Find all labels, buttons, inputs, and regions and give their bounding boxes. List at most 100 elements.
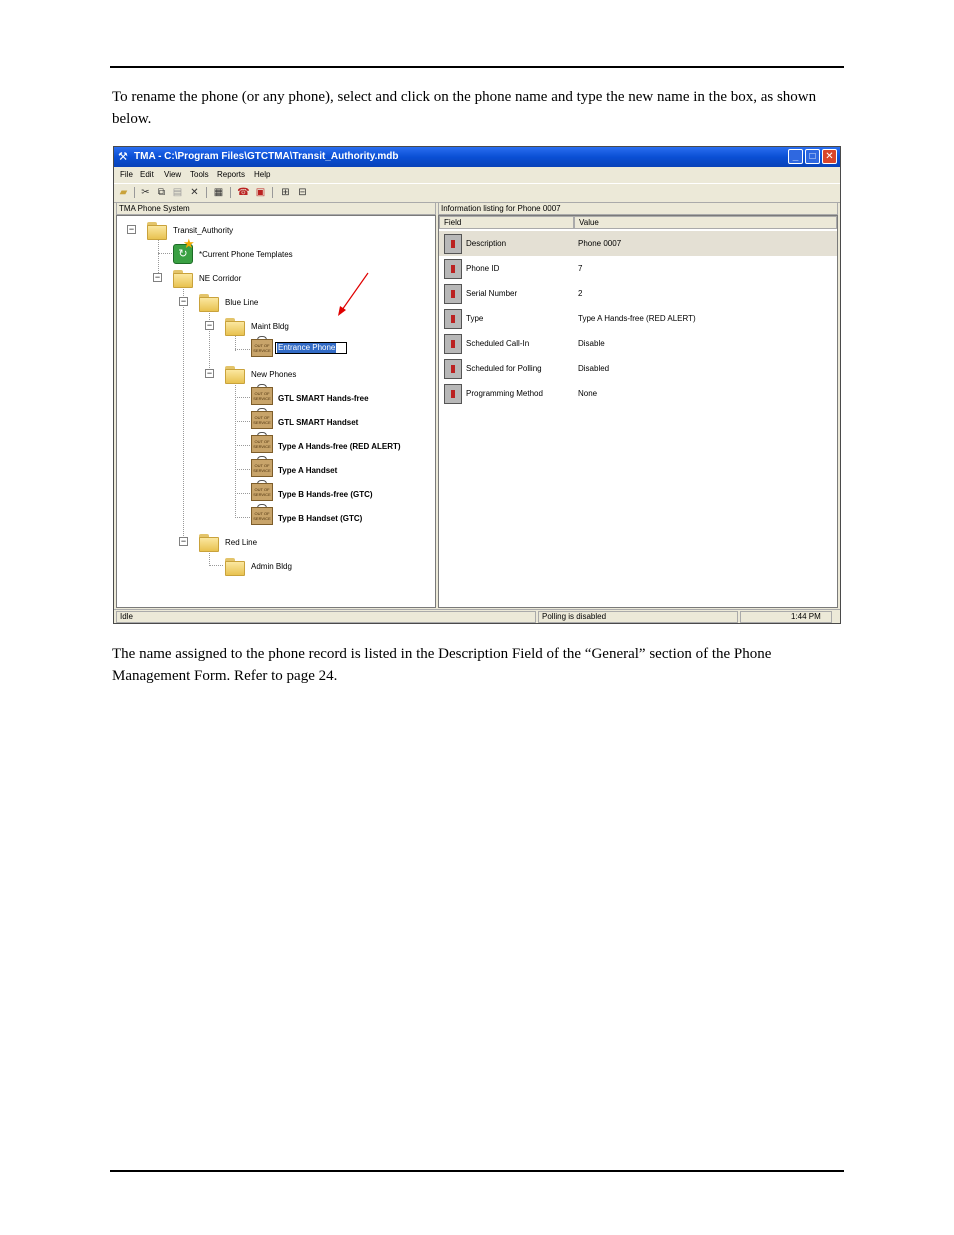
tree-item-phone[interactable]: Type A Hands-free (RED ALERT) <box>278 442 401 451</box>
out-of-service-icon: OUT OF SERVICE <box>251 411 273 429</box>
minimize-button[interactable]: _ <box>788 149 803 164</box>
paste-icon[interactable]: ▤ <box>171 186 184 199</box>
tree-item-maint-bldg[interactable]: Maint Bldg <box>251 322 289 331</box>
row-value: None <box>578 389 598 398</box>
row-field: Serial Number <box>466 289 518 298</box>
out-of-service-icon: OUT OF SERVICE <box>251 507 273 525</box>
out-of-service-icon: OUT OF SERVICE <box>251 387 273 405</box>
out-of-service-icon: OUT OF SERVICE <box>251 339 273 357</box>
folder-icon <box>199 532 221 552</box>
copy-icon[interactable]: ⧉ <box>155 186 168 199</box>
collapse-toggle[interactable]: − <box>205 369 214 378</box>
tree-item-ne-corridor[interactable]: NE Corridor <box>199 274 241 283</box>
bottom-rule <box>110 1170 844 1172</box>
column-header-value[interactable]: Value <box>574 216 837 229</box>
rename-input-text: Entrance Phone <box>277 343 337 353</box>
menu-tools[interactable]: Tools <box>190 170 209 179</box>
delete-icon[interactable]: ✕ <box>188 186 201 199</box>
folder-icon <box>225 364 247 384</box>
collapse-toggle[interactable]: − <box>205 321 214 330</box>
list-row[interactable]: Phone ID 7 <box>439 256 837 281</box>
outro-paragraph: The name assigned to the phone record is… <box>112 646 772 684</box>
maximize-button[interactable]: □ <box>805 149 820 164</box>
list-row[interactable]: Programming Method None <box>439 381 837 406</box>
row-field: Scheduled Call-In <box>466 339 530 348</box>
row-value: 7 <box>578 264 583 273</box>
tree-pane[interactable]: − Transit_Authority ↻ ★ *Current Phone T… <box>116 215 436 608</box>
tree-item-phone[interactable]: GTL SMART Handset <box>278 418 358 427</box>
collapse-toggle[interactable]: − <box>153 273 162 282</box>
list-row[interactable]: Serial Number 2 <box>439 281 837 306</box>
properties-icon[interactable]: ▦ <box>212 186 225 199</box>
menu-reports[interactable]: Reports <box>217 170 245 179</box>
left-pane-header: TMA Phone System <box>116 202 436 215</box>
tree-item-phone[interactable]: Type B Handset (GTC) <box>278 514 362 523</box>
list-row[interactable]: Scheduled for Polling Disabled <box>439 356 837 381</box>
folder-icon <box>147 220 169 240</box>
toolbar: ▰ ✂ ⧉ ▤ ✕ ▦ ☎ ▣ ⊞ ⊟ <box>114 183 840 203</box>
tree-line <box>235 397 250 398</box>
tree-item-templates[interactable]: *Current Phone Templates <box>199 250 293 259</box>
tree-item-root[interactable]: Transit_Authority <box>173 226 233 235</box>
tree-line <box>183 286 184 546</box>
row-value: Disabled <box>578 364 610 373</box>
tree-item-blue-line[interactable]: Blue Line <box>225 298 258 307</box>
collapse-toggle[interactable]: − <box>127 225 136 234</box>
list-row[interactable]: Description Phone 0007 <box>439 231 837 256</box>
status-polling: Polling is disabled <box>538 611 738 623</box>
tree-line <box>235 445 250 446</box>
tma-window: ⚒ TMA - C:\Program Files\GTCTMA\Transit_… <box>113 146 841 624</box>
window-title: TMA - C:\Program Files\GTCTMA\Transit_Au… <box>134 151 399 162</box>
folder-icon <box>173 268 195 288</box>
phone-icon <box>444 309 462 329</box>
folder-icon <box>225 556 247 576</box>
tree-item-admin-bldg[interactable]: Admin Bldg <box>251 562 292 571</box>
tree-line <box>209 550 210 566</box>
open-folder-icon[interactable]: ▰ <box>117 186 130 199</box>
tree-item-new-phones[interactable]: New Phones <box>251 370 296 379</box>
toolbar-separator <box>272 187 273 198</box>
tree-item-red-line[interactable]: Red Line <box>225 538 257 547</box>
column-header-field[interactable]: Field <box>439 216 574 229</box>
row-value: Phone 0007 <box>578 239 622 248</box>
list-row[interactable]: Scheduled Call-In Disable <box>439 331 837 356</box>
tree-item-phone[interactable]: Type B Hands-free (GTC) <box>278 490 373 499</box>
rename-input[interactable]: Entrance Phone <box>275 342 347 354</box>
tree-line <box>235 517 250 518</box>
top-rule <box>110 66 844 68</box>
close-button[interactable]: ✕ <box>822 149 837 164</box>
tree-line <box>158 253 172 254</box>
collapse-toggle[interactable]: − <box>179 297 188 306</box>
menu-help[interactable]: Help <box>254 170 270 179</box>
phone-icon <box>444 234 462 254</box>
tree-item-phone[interactable]: Type A Handset <box>278 466 337 475</box>
annotation-arrow <box>338 272 369 316</box>
out-of-service-icon: OUT OF SERVICE <box>251 483 273 501</box>
alert-icon[interactable]: ▣ <box>254 186 267 199</box>
tree-item-phone[interactable]: GTL SMART Hands-free <box>278 394 369 403</box>
tree-expand-icon[interactable]: ⊞ <box>279 186 292 199</box>
row-field: Phone ID <box>466 264 500 273</box>
phone-icon <box>444 359 462 379</box>
row-field: Scheduled for Polling <box>466 364 542 373</box>
row-value: 2 <box>578 289 583 298</box>
poll-icon[interactable]: ☎ <box>237 186 250 199</box>
toolbar-separator <box>206 187 207 198</box>
folder-icon <box>199 292 221 312</box>
tree-line <box>235 493 250 494</box>
toolbar-separator <box>134 187 135 198</box>
menu-view[interactable]: View <box>164 170 181 179</box>
list-row[interactable]: Type Type A Hands-free (RED ALERT) <box>439 306 837 331</box>
row-field: Programming Method <box>466 389 543 398</box>
menu-edit[interactable]: Edit <box>140 170 154 179</box>
row-field: Type <box>466 314 484 323</box>
row-field: Description <box>466 239 507 248</box>
tree-line <box>235 349 250 350</box>
tree-collapse-icon[interactable]: ⊟ <box>296 186 309 199</box>
menu-file[interactable]: File <box>120 170 133 179</box>
cut-icon[interactable]: ✂ <box>139 186 152 199</box>
phone-icon <box>444 384 462 404</box>
title-bar[interactable]: ⚒ TMA - C:\Program Files\GTCTMA\Transit_… <box>114 147 840 167</box>
collapse-toggle[interactable]: − <box>179 537 188 546</box>
info-list-pane[interactable]: Field Value Description Phone 0007 Phone… <box>438 215 838 608</box>
